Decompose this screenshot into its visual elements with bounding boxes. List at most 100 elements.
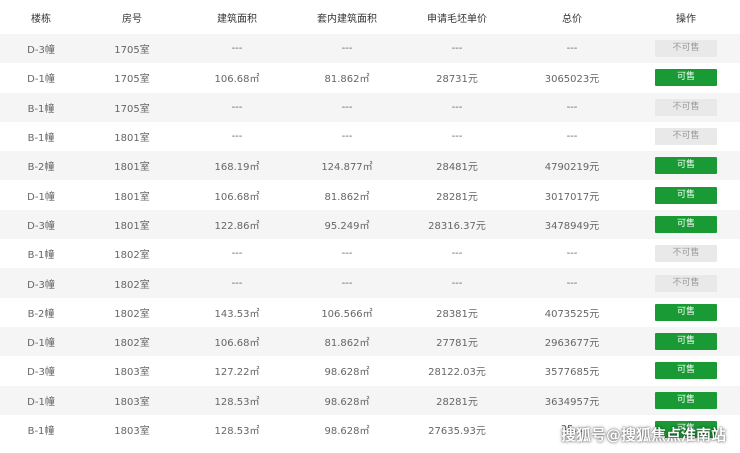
cell-room: 1803室 <box>82 385 182 415</box>
cell-building: D-3幢 <box>0 356 82 386</box>
cell-room: 1803室 <box>82 356 182 386</box>
cell-building: D-1幢 <box>0 326 82 357</box>
available-button[interactable]: 可售 <box>655 421 717 438</box>
cell-inner-area: 81.862㎡ <box>292 180 402 210</box>
cell-building: D-3幢 <box>0 34 82 64</box>
cell-area: --- <box>182 268 292 298</box>
cell-total: 3577685元 <box>512 356 632 386</box>
cell-room: 1803室 <box>82 414 182 445</box>
cell-inner-area: 98.628㎡ <box>292 385 402 415</box>
column-header-area: 建筑面积 <box>182 0 292 34</box>
cell-inner-area: 98.628㎡ <box>292 356 402 386</box>
cell-action: 可售 <box>632 151 740 181</box>
cell-area: 106.68㎡ <box>182 180 292 210</box>
cell-inner-area: --- <box>292 239 402 269</box>
cell-room: 1802室 <box>82 297 182 327</box>
table-header-row: 楼栋 房号 建筑面积 套内建筑面积 申请毛坯单价 总价 操作 <box>0 0 740 34</box>
cell-action: 不可售 <box>632 92 740 122</box>
cell-building: D-1幢 <box>0 63 82 93</box>
cell-action: 可售 <box>632 414 740 445</box>
unavailable-button[interactable]: 不可售 <box>655 40 717 58</box>
cell-room: 1705室 <box>82 34 182 64</box>
cell-building: B-2幢 <box>0 297 82 327</box>
cell-unit-price: 28281元 <box>402 180 512 210</box>
cell-building: B-2幢 <box>0 151 82 181</box>
cell-unit-price: --- <box>402 92 512 122</box>
column-header-room: 房号 <box>82 0 182 34</box>
unavailable-button[interactable]: 不可售 <box>655 98 717 116</box>
cell-room: 1802室 <box>82 239 182 269</box>
cell-inner-area: 81.862㎡ <box>292 63 402 93</box>
cell-action: 不可售 <box>632 239 740 269</box>
column-header-inner-area: 套内建筑面积 <box>292 0 402 34</box>
cell-total: 4073525元 <box>512 297 632 327</box>
available-button[interactable]: 可售 <box>655 303 717 321</box>
available-button[interactable]: 可售 <box>655 333 717 351</box>
available-button[interactable]: 可售 <box>655 186 717 204</box>
column-header-building: 楼栋 <box>0 0 82 34</box>
cell-room: 1705室 <box>82 63 182 93</box>
table-row: D-3幢 1705室 --- --- --- --- 不可售 <box>0 34 740 64</box>
cell-total: 3065023元 <box>512 63 632 93</box>
cell-area: --- <box>182 92 292 122</box>
cell-unit-price: 27781元 <box>402 326 512 357</box>
cell-room: 1802室 <box>82 326 182 357</box>
table-row: D-3幢 1802室 --- --- --- --- 不可售 <box>0 268 740 298</box>
cell-inner-area: 95.249㎡ <box>292 209 402 240</box>
cell-total: 3634957元 <box>512 385 632 415</box>
table-row: D-1幢 1705室 106.68㎡ 81.862㎡ 28731元 3065023元 可售 <box>0 63 740 93</box>
cell-area: 128.53㎡ <box>182 414 292 445</box>
cell-unit-price: 28381元 <box>402 297 512 327</box>
cell-total: --- <box>512 34 632 64</box>
table-row: B-1幢 1803室 128.53㎡ 98.628㎡ 27635.93元 35… 可售 <box>0 414 740 445</box>
cell-area: 106.68㎡ <box>182 326 292 357</box>
cell-inner-area: 81.862㎡ <box>292 326 402 357</box>
cell-unit-price: --- <box>402 268 512 298</box>
table-row: B-1幢 1801室 --- --- --- --- 不可售 <box>0 121 740 152</box>
cell-area: 143.53㎡ <box>182 297 292 327</box>
cell-unit-price: 28122.03元 <box>402 356 512 386</box>
cell-area: --- <box>182 121 292 152</box>
cell-room: 1801室 <box>82 209 182 240</box>
column-header-unit-price: 申请毛坯单价 <box>402 0 512 34</box>
available-button[interactable]: 可售 <box>655 391 717 409</box>
cell-total: 3478949元 <box>512 209 632 240</box>
table-row: D-3幢 1801室 122.86㎡ 95.249㎡ 28316.37元 3478949元… <box>0 209 740 240</box>
available-button[interactable]: 可售 <box>655 69 717 87</box>
available-button[interactable]: 可售 <box>655 157 717 175</box>
cell-unit-price: 28731元 <box>402 63 512 93</box>
cell-action: 可售 <box>632 385 740 415</box>
table-row: D-1幢 1801室 106.68㎡ 81.862㎡ 28281元 3017017元 可售 <box>0 180 740 210</box>
cell-unit-price: 27635.93元 <box>402 414 512 445</box>
unavailable-button[interactable]: 不可售 <box>655 274 717 292</box>
cell-area: 128.53㎡ <box>182 385 292 415</box>
cell-building: D-1幢 <box>0 180 82 210</box>
cell-area: --- <box>182 239 292 269</box>
table-row: B-2幢 1802室 143.53㎡ 106.566㎡ 28381元 4073525元 可售 <box>0 297 740 327</box>
cell-area: 122.86㎡ <box>182 209 292 240</box>
cell-room: 1802室 <box>82 268 182 298</box>
cell-action: 可售 <box>632 180 740 210</box>
cell-total: --- <box>512 268 632 298</box>
unavailable-button[interactable]: 不可售 <box>655 128 717 146</box>
available-button[interactable]: 可售 <box>655 215 717 233</box>
cell-room: 1801室 <box>82 121 182 152</box>
cell-area: --- <box>182 34 292 64</box>
cell-action: 不可售 <box>632 34 740 64</box>
cell-action: 不可售 <box>632 121 740 152</box>
cell-building: B-1幢 <box>0 121 82 152</box>
cell-room: 1801室 <box>82 180 182 210</box>
table-row: D-1幢 1802室 106.68㎡ 81.862㎡ 27781元 2963677元 可售 <box>0 326 740 357</box>
table-row: D-3幢 1803室 127.22㎡ 98.628㎡ 28122.03元 3577685元… <box>0 356 740 386</box>
cell-inner-area: --- <box>292 92 402 122</box>
cell-inner-area: --- <box>292 34 402 64</box>
unavailable-button[interactable]: 不可售 <box>655 245 717 263</box>
cell-building: D-1幢 <box>0 385 82 415</box>
cell-total: --- <box>512 121 632 152</box>
available-button[interactable]: 可售 <box>655 362 717 380</box>
cell-building: D-3幢 <box>0 268 82 298</box>
table-row: B-1幢 1705室 --- --- --- --- 不可售 <box>0 92 740 122</box>
cell-action: 可售 <box>632 63 740 93</box>
cell-unit-price: 28281元 <box>402 385 512 415</box>
column-header-action: 操作 <box>632 0 740 34</box>
